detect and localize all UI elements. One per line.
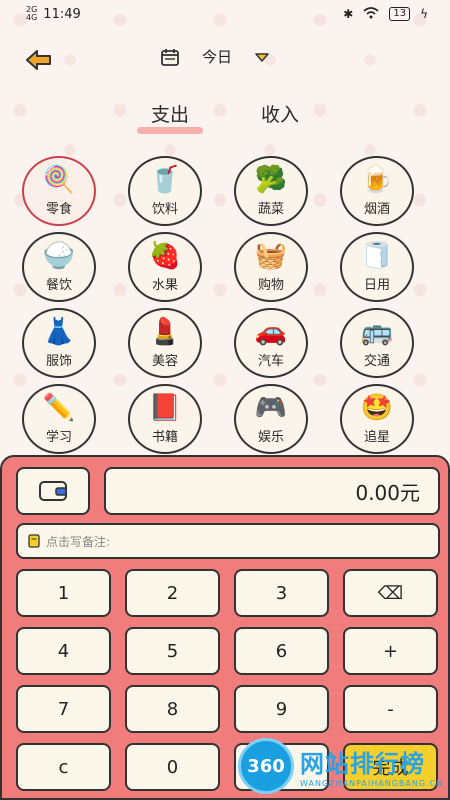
backspace-icon: ⌫	[377, 582, 404, 604]
category-item[interactable]: 🧺 购物	[234, 232, 308, 302]
key-3[interactable]: 3	[234, 569, 329, 617]
charging-icon: ϟ	[420, 7, 428, 21]
beer-icon: 🍺	[360, 164, 394, 195]
category-item[interactable]: 🚌 交通	[340, 308, 414, 378]
key-5[interactable]: 5	[125, 627, 220, 675]
note-icon	[28, 534, 40, 548]
bus-icon: 🚌	[360, 316, 394, 347]
category-label: 美容	[151, 353, 178, 369]
category-item[interactable]: 🥤 饮料	[128, 156, 202, 226]
category-label: 日用	[363, 277, 390, 293]
status-right: ✱ 13 ϟ	[343, 6, 428, 22]
category-item[interactable]: 🧻 日用	[340, 232, 414, 302]
note-input[interactable]: 点击写备注:	[16, 523, 440, 559]
basket-icon: 🧺	[254, 240, 288, 271]
date-label: 今日	[202, 48, 233, 66]
car-icon: 🚗	[254, 316, 288, 347]
watermark: 360 网站排行榜 WANGZHANPAIHANGBANG.CN	[238, 738, 443, 794]
key-9[interactable]: 9	[234, 685, 329, 733]
category-label: 购物	[257, 277, 284, 293]
category-item[interactable]: 💄 美容	[128, 308, 202, 378]
category-label: 汽车	[257, 353, 284, 369]
watermark-sub: WANGZHANPAIHANGBANG.CN	[300, 779, 444, 788]
bluetooth-icon: ✱	[343, 7, 354, 21]
tab-expense[interactable]: 支出	[136, 96, 204, 136]
type-tabs: 支出 收入	[0, 96, 450, 136]
category-label: 书籍	[151, 429, 178, 445]
gamepad-icon: 🎮	[254, 392, 288, 423]
key-1[interactable]: 1	[16, 569, 111, 617]
category-item[interactable]: 🤩 追星	[340, 384, 414, 454]
category-item[interactable]: 🍓 水果	[128, 232, 202, 302]
key-0[interactable]: 0	[125, 743, 220, 791]
strawberry-icon: 🍓	[148, 240, 182, 271]
category-label: 饮料	[151, 201, 178, 217]
category-label: 烟酒	[363, 201, 390, 217]
key-8[interactable]: 8	[125, 685, 220, 733]
wallet-icon	[39, 481, 67, 501]
watermark-main: 网站排行榜	[300, 750, 425, 778]
drink-icon: 🥤	[148, 164, 182, 195]
minus-button[interactable]: -	[343, 685, 438, 733]
watermark-logo: 360	[238, 738, 294, 794]
network-indicator: 2G 4G	[26, 6, 37, 22]
header: 今日	[0, 40, 450, 82]
category-label: 交通	[363, 353, 390, 369]
chevron-down-icon	[254, 51, 270, 63]
plus-button[interactable]: +	[343, 627, 438, 675]
backspace-button[interactable]: ⌫	[343, 569, 438, 617]
category-grid: 🍭 零食 🥤 饮料 🥦 蔬菜 🍺 烟酒 🍚 餐饮 🍓 水果 🧺 购物 🧻 日用 👗 服饰 💄 美容 🚗 汽车 🚌 交通 ✏️ 学习…	[22, 156, 432, 454]
wifi-icon	[363, 6, 379, 22]
amount-display: 0.00元	[104, 467, 440, 515]
category-item[interactable]: 🍚 餐饮	[22, 232, 96, 302]
category-item[interactable]: 🎮 娱乐	[234, 384, 308, 454]
status-bar: 2G 4G 11:49 ✱ 13 ϟ	[0, 0, 450, 28]
account-button[interactable]	[16, 467, 90, 515]
date-selector[interactable]: 今日	[160, 46, 270, 67]
key-4[interactable]: 4	[16, 627, 111, 675]
category-label: 学习	[45, 429, 72, 445]
category-item[interactable]: ✏️ 学习	[22, 384, 96, 454]
category-label: 娱乐	[257, 429, 284, 445]
tab-income[interactable]: 收入	[255, 96, 305, 136]
star-face-icon: 🤩	[360, 392, 394, 423]
dress-icon: 👗	[42, 316, 76, 347]
toilet-paper-icon: 🧻	[360, 240, 394, 271]
key-7[interactable]: 7	[16, 685, 111, 733]
cosmetics-icon: 💄	[148, 316, 182, 347]
back-button[interactable]	[20, 44, 56, 76]
category-item[interactable]: 🍺 烟酒	[340, 156, 414, 226]
battery-icon: 13	[389, 7, 411, 21]
watermark-text: 网站排行榜 WANGZHANPAIHANGBANG.CN	[300, 744, 443, 788]
category-item[interactable]: 🍭 零食	[22, 156, 96, 226]
calendar-icon	[160, 47, 180, 67]
key-6[interactable]: 6	[234, 627, 329, 675]
status-left: 2G 4G 11:49	[26, 6, 81, 22]
lollipop-icon: 🍭	[42, 164, 76, 195]
category-label: 水果	[151, 277, 178, 293]
network-type-bottom: 4G	[26, 13, 38, 22]
note-placeholder: 点击写备注:	[46, 534, 111, 549]
key-2[interactable]: 2	[125, 569, 220, 617]
book-icon: 📕	[148, 392, 182, 423]
clear-button[interactable]: c	[16, 743, 111, 791]
category-item[interactable]: 🥦 蔬菜	[234, 156, 308, 226]
broccoli-icon: 🥦	[254, 164, 288, 195]
category-item[interactable]: 📕 书籍	[128, 384, 202, 454]
category-item[interactable]: 👗 服饰	[22, 308, 96, 378]
category-label: 餐饮	[45, 277, 72, 293]
category-label: 服饰	[45, 353, 72, 369]
category-item[interactable]: 🚗 汽车	[234, 308, 308, 378]
category-label: 追星	[363, 429, 390, 445]
food-bowl-icon: 🍚	[42, 240, 76, 271]
back-arrow-icon	[26, 50, 51, 70]
category-label: 零食	[45, 201, 72, 217]
pencil-icon: ✏️	[42, 392, 76, 423]
clock: 11:49	[43, 6, 81, 22]
category-label: 蔬菜	[257, 201, 284, 217]
